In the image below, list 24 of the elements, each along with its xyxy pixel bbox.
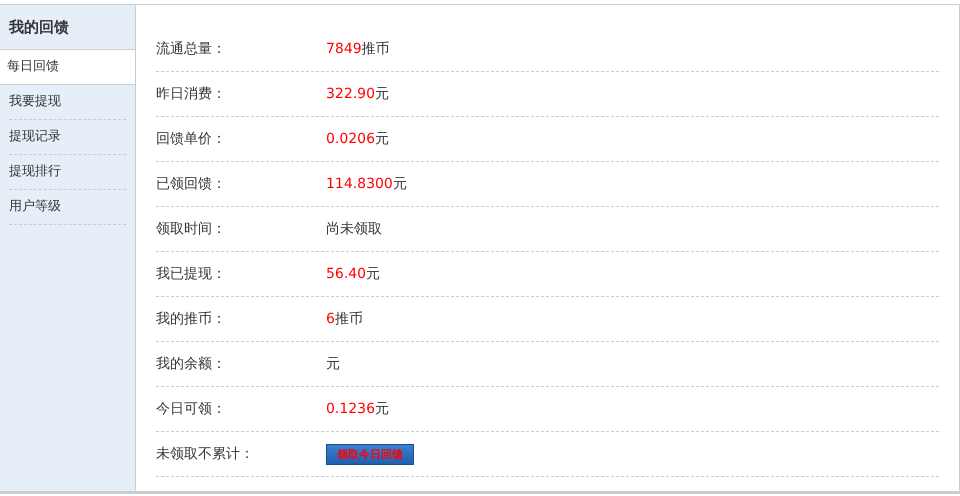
field-label: 我的推币： (156, 310, 227, 328)
field-label: 昨日消费： (156, 85, 227, 103)
field-value: 56.40元 (326, 265, 380, 283)
field-label: 已领回馈： (156, 175, 227, 193)
field-label: 未领取不累计： (156, 445, 255, 463)
field-label: 我已提现： (156, 265, 227, 283)
field-label: 我的余额： (156, 355, 227, 373)
field-value: 7849推币 (326, 40, 390, 58)
field-label: 回馈单价： (156, 130, 227, 148)
sidebar-item[interactable]: 每日回馈 (0, 50, 135, 85)
field-value: 尚未领取 (326, 220, 382, 238)
field-value: 6推币 (326, 310, 363, 328)
field-value: 0.1236元 (326, 400, 389, 418)
field-value: 322.90元 (326, 85, 389, 103)
field-value: 元 (326, 355, 340, 373)
field-label: 领取时间： (156, 220, 227, 238)
field-label: 流通总量： (156, 40, 227, 58)
sidebar-item[interactable]: 提现排行 (9, 155, 126, 190)
field-value: 0.0206元 (326, 130, 389, 148)
field-label: 今日可领： (156, 400, 227, 418)
sidebar-item[interactable]: 提现记录 (9, 120, 126, 155)
field-value: 114.8300元 (326, 175, 407, 193)
sidebar-item[interactable]: 用户等级 (9, 190, 126, 225)
sidebar-item[interactable]: 我要提现 (9, 85, 126, 120)
